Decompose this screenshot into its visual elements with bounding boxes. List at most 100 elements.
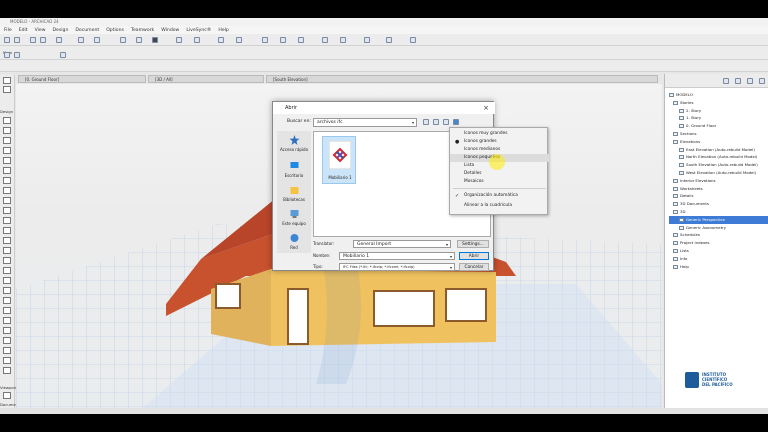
tree-item[interactable]: Stories bbox=[669, 99, 768, 107]
group-icon[interactable] bbox=[364, 37, 370, 43]
arrow-icon[interactable] bbox=[3, 77, 11, 84]
layout-book-icon[interactable] bbox=[747, 78, 753, 84]
grid-icon[interactable] bbox=[120, 37, 126, 43]
new-folder-icon[interactable] bbox=[443, 119, 449, 125]
close-icon[interactable]: × bbox=[483, 103, 489, 113]
pick-up-icon[interactable] bbox=[30, 37, 36, 43]
beam-tool-icon[interactable] bbox=[3, 137, 11, 144]
inject-icon[interactable] bbox=[40, 37, 46, 43]
tree-item[interactable]: East Elevation (Auto-rebuild Model) bbox=[669, 146, 768, 154]
shell-tool-icon[interactable] bbox=[3, 167, 11, 174]
tree-item[interactable]: Lists bbox=[669, 247, 768, 255]
door-tool-icon[interactable] bbox=[3, 207, 11, 214]
back-icon[interactable] bbox=[423, 119, 429, 125]
edit-icon[interactable] bbox=[262, 37, 268, 43]
menu-item-large-icons[interactable]: ● Iconos grandes bbox=[450, 138, 549, 146]
settings-button[interactable]: Settings... bbox=[457, 240, 489, 248]
text-tool-icon[interactable] bbox=[3, 337, 11, 344]
align-icon[interactable] bbox=[194, 37, 200, 43]
project-map-icon[interactable] bbox=[723, 78, 729, 84]
menu-teamwork[interactable]: Teamwork bbox=[131, 28, 154, 33]
window-tool-icon[interactable] bbox=[3, 217, 11, 224]
marquee-icon[interactable] bbox=[3, 86, 11, 93]
tree-item[interactable]: 3D Documents bbox=[669, 200, 768, 208]
line-tool-icon[interactable] bbox=[3, 307, 11, 314]
translator-dropdown[interactable]: General Import ▾ bbox=[353, 240, 451, 248]
view-map-icon[interactable] bbox=[735, 78, 741, 84]
tree-item[interactable]: Schedules bbox=[669, 231, 768, 239]
arrow-tool-icon[interactable] bbox=[4, 52, 10, 58]
tree-item[interactable]: Details bbox=[669, 192, 768, 200]
menu-help[interactable]: Help bbox=[218, 28, 228, 33]
tree-item[interactable]: Info bbox=[669, 255, 768, 263]
line-type-icon[interactable] bbox=[78, 37, 84, 43]
file-type-dropdown[interactable]: IFC Files (*.ifc; *.ifczip; *.ifcxml; *.… bbox=[339, 263, 455, 271]
name-field[interactable]: Mobiliario 1 ▾ bbox=[339, 252, 455, 260]
menu-file[interactable]: File bbox=[4, 28, 12, 33]
trace-icon[interactable] bbox=[152, 37, 158, 43]
morph-tool-icon[interactable] bbox=[3, 267, 11, 274]
look-in-dropdown[interactable]: archivos ifc ▾ bbox=[313, 118, 417, 127]
label-tool-icon[interactable] bbox=[3, 347, 11, 354]
camera-tool-icon[interactable] bbox=[3, 392, 11, 399]
menu-view[interactable]: View bbox=[35, 28, 46, 33]
object-tool-icon[interactable] bbox=[3, 237, 11, 244]
rotate-icon[interactable] bbox=[298, 37, 304, 43]
open-button[interactable]: Abrir bbox=[459, 252, 489, 260]
menu-item-details[interactable]: Detalles bbox=[450, 170, 549, 178]
tree-item[interactable]: Interior Elevations bbox=[669, 177, 768, 185]
stair-tool-icon[interactable] bbox=[3, 177, 11, 184]
tree-item[interactable]: Generic Axonometry bbox=[669, 224, 768, 232]
up-folder-icon[interactable] bbox=[433, 119, 439, 125]
hotspot-tool-icon[interactable] bbox=[3, 357, 11, 364]
menu-edit[interactable]: Edit bbox=[19, 28, 28, 33]
menu-item-extra-large-icons[interactable]: Iconos muy grandes bbox=[450, 130, 549, 138]
pen-icon[interactable] bbox=[94, 37, 100, 43]
mesh-tool-icon[interactable] bbox=[3, 257, 11, 264]
guide-line-icon[interactable] bbox=[218, 37, 224, 43]
tree-item[interactable]: 0. Ground Floor bbox=[669, 122, 768, 130]
railing-tool-icon[interactable] bbox=[3, 187, 11, 194]
tree-item[interactable]: 1. Story bbox=[669, 114, 768, 122]
polyline-tool-icon[interactable] bbox=[3, 327, 11, 334]
magic-wand-icon[interactable] bbox=[176, 37, 182, 43]
tree-item[interactable]: 2. Story bbox=[669, 107, 768, 115]
tree-item[interactable]: North Elevation (Auto-rebuild Model) bbox=[669, 153, 768, 161]
roof-tool-icon[interactable] bbox=[3, 157, 11, 164]
selection-icon[interactable] bbox=[60, 52, 66, 58]
publisher-icon[interactable] bbox=[759, 78, 765, 84]
tab-3d[interactable]: [3D / All] bbox=[148, 75, 264, 83]
menu-item-auto-arrange[interactable]: ✓ Organización automática bbox=[450, 192, 549, 200]
grid-tool-icon[interactable] bbox=[3, 287, 11, 294]
menu-item-tiles[interactable]: Mosaicos bbox=[450, 178, 549, 186]
redo-icon[interactable] bbox=[14, 37, 20, 43]
zone-tool-icon[interactable] bbox=[3, 247, 11, 254]
undo-icon[interactable] bbox=[4, 37, 10, 43]
view-menu-icon[interactable] bbox=[453, 119, 459, 125]
tree-item[interactable]: Worksheets bbox=[669, 185, 768, 193]
mirror-icon[interactable] bbox=[322, 37, 328, 43]
tab-ground-floor[interactable]: [0. Ground Floor] bbox=[18, 75, 146, 83]
figure-tool-icon[interactable] bbox=[3, 367, 11, 374]
fill-tool-icon[interactable] bbox=[3, 297, 11, 304]
marquee-tool-icon[interactable] bbox=[14, 52, 20, 58]
arc-tool-icon[interactable] bbox=[3, 317, 11, 324]
menu-item-align-to-grid[interactable]: Alinear a la cuadrícula bbox=[450, 202, 549, 210]
menu-item-medium-icons[interactable]: Iconos medianos bbox=[450, 146, 549, 154]
place-libraries[interactable]: Bibliotecas bbox=[277, 185, 311, 202]
column-tool-icon[interactable] bbox=[3, 127, 11, 134]
tab-south-elevation[interactable]: [South Elevation] bbox=[266, 75, 658, 83]
curtain-wall-tool-icon[interactable] bbox=[3, 197, 11, 204]
place-this-pc[interactable]: Este equipo bbox=[277, 209, 311, 226]
place-quick-access[interactable]: Acceso rápido bbox=[277, 135, 311, 152]
place-desktop[interactable]: Escritorio bbox=[277, 161, 311, 178]
file-item[interactable]: Mobiliario 1 bbox=[322, 136, 356, 184]
elevate-icon[interactable] bbox=[340, 37, 346, 43]
offset-icon[interactable] bbox=[280, 37, 286, 43]
zoom-icon[interactable] bbox=[410, 37, 416, 43]
tree-item[interactable]: Project Indexes bbox=[669, 239, 768, 247]
tree-item[interactable]: Sections bbox=[669, 130, 768, 138]
wall-tool-icon[interactable] bbox=[3, 117, 11, 124]
snap-icon[interactable] bbox=[136, 37, 142, 43]
tree-item[interactable]: Help bbox=[669, 263, 768, 271]
